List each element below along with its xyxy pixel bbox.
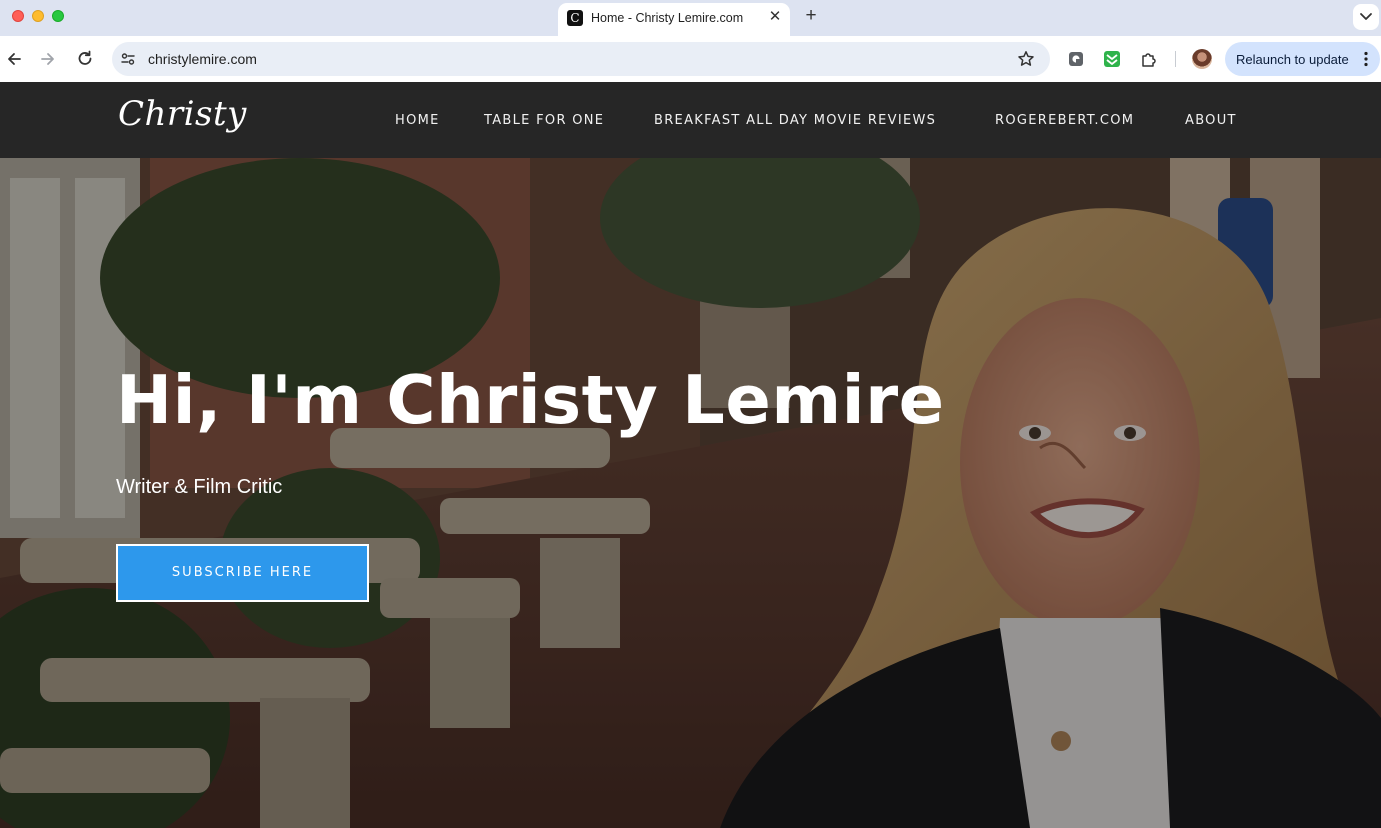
nav-item-breakfast-all-day[interactable]: BREAKFAST ALL DAY MOVIE REVIEWS	[654, 113, 936, 128]
url-text[interactable]: christylemire.com	[148, 51, 257, 67]
extension-icon[interactable]	[1103, 50, 1121, 68]
tab-title: Home - Christy Lemire.com	[591, 11, 744, 25]
close-window-button[interactable]	[12, 10, 24, 22]
back-arrow-icon[interactable]	[4, 49, 24, 69]
forward-arrow-icon[interactable]	[38, 49, 58, 69]
nav-item-rogerebert[interactable]: ROGEREBERT.COM	[995, 113, 1134, 128]
relaunch-button[interactable]: Relaunch to update	[1225, 42, 1380, 76]
reload-icon[interactable]	[75, 49, 95, 69]
tab-search-button[interactable]	[1353, 4, 1379, 30]
site-header: Christy HOME TABLE FOR ONE BREAKFAST ALL…	[0, 82, 1381, 158]
puzzle-extensions-icon[interactable]	[1140, 50, 1158, 68]
main-nav: HOME TABLE FOR ONE BREAKFAST ALL DAY MOV…	[0, 113, 1381, 131]
nav-item-home[interactable]: HOME	[395, 113, 440, 128]
hero-section: Hi, I'm Christy Lemire Writer & Film Cri…	[0, 158, 1381, 828]
nav-item-table-for-one[interactable]: TABLE FOR ONE	[484, 113, 604, 128]
bookmark-star-icon[interactable]	[1016, 49, 1036, 69]
new-tab-button[interactable]: +	[802, 5, 820, 27]
relaunch-label: Relaunch to update	[1236, 52, 1349, 67]
hero-subtitle: Writer & Film Critic	[116, 476, 283, 498]
tab-close-icon[interactable]: ✕	[766, 8, 784, 26]
fullscreen-window-button[interactable]	[52, 10, 64, 22]
browser-tab-active[interactable]: C Home - Christy Lemire.com ✕	[558, 3, 790, 36]
subscribe-button[interactable]: SUBSCRIBE HERE	[116, 544, 369, 602]
kebab-menu-icon[interactable]	[1363, 51, 1369, 67]
site-favicon-icon: C	[567, 10, 583, 26]
profile-avatar[interactable]	[1192, 49, 1212, 69]
extension-icon[interactable]	[1067, 50, 1085, 68]
minimize-window-button[interactable]	[32, 10, 44, 22]
browser-toolbar: christylemire.com Relaunch to update	[0, 36, 1381, 82]
nav-item-about[interactable]: ABOUT	[1185, 113, 1237, 128]
address-bar[interactable]: christylemire.com	[112, 42, 1050, 76]
toolbar-divider	[1175, 51, 1176, 67]
browser-tab-bar: C Home - Christy Lemire.com ✕ +	[0, 0, 1381, 36]
site-info-icon[interactable]	[120, 51, 136, 67]
tab-search-icon	[1360, 13, 1372, 20]
hero-title: Hi, I'm Christy Lemire	[116, 361, 945, 439]
